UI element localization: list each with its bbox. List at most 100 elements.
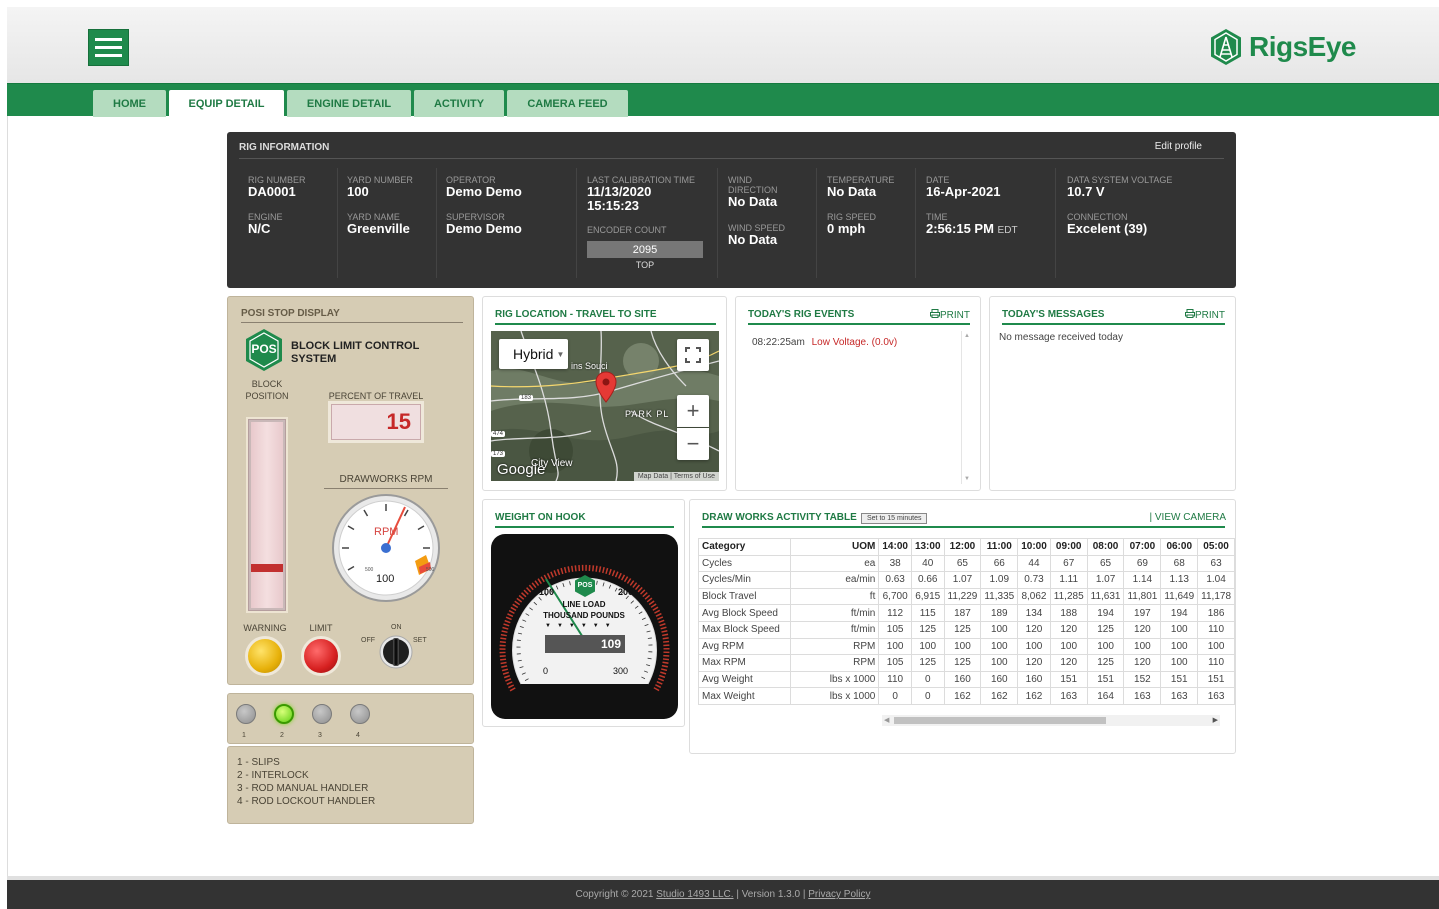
block-position-label: BLOCK POSITION — [238, 378, 296, 402]
column-header: 12:00 — [943, 538, 982, 556]
weight-value-display: 109 — [545, 635, 625, 653]
scroll-up-icon[interactable]: ▲ — [964, 333, 970, 339]
posi-legend: 1 - SLIPS 2 - INTERLOCK 3 - ROD MANUAL H… — [227, 746, 474, 824]
indicator-2-number: 2 — [280, 732, 284, 739]
value-cell: 186 — [1197, 604, 1235, 622]
wind-direction-value: No Data — [728, 194, 778, 209]
map-pin-icon[interactable] — [595, 371, 617, 403]
column-header: 05:00 — [1197, 538, 1235, 556]
print-events-button[interactable]: PRINT — [930, 309, 970, 321]
events-scrollbar[interactable]: ▲ ▼ — [961, 331, 972, 484]
tab-activity[interactable]: ACTIVITY — [414, 90, 504, 117]
weight-on-hook-panel: WEIGHT ON HOOK POS 100 200 0 300 LINE LO… — [482, 499, 685, 727]
scroll-left-icon[interactable]: ◀ — [884, 716, 889, 724]
value-cell: 125 — [1086, 620, 1125, 639]
fullscreen-icon — [685, 347, 701, 363]
posi-title: POSI STOP DISPLAY — [241, 308, 340, 319]
rig-location-title: RIG LOCATION - TRAVEL TO SITE — [495, 309, 657, 320]
chevron-down-icon: ▼ — [556, 349, 565, 359]
column-header: Category — [698, 538, 791, 556]
rigseye-logo[interactable]: RigsEye — [1207, 28, 1357, 66]
value-cell: 125 — [943, 620, 982, 639]
value-cell: 69 — [1123, 554, 1162, 573]
engine-field: ENGINE N/C — [248, 212, 283, 236]
view-camera-link[interactable]: | VIEW CAMERA — [1150, 512, 1227, 523]
print-messages-button[interactable]: PRINT — [1185, 309, 1225, 321]
warning-label: WARNING — [243, 623, 287, 633]
tab-camera-feed[interactable]: CAMERA FEED — [507, 90, 628, 117]
value-cell: 163 — [1123, 687, 1162, 705]
voltage-value: 10.7 V — [1067, 184, 1105, 199]
tab-label: ACTIVITY — [433, 97, 485, 110]
table-horizontal-scrollbar[interactable]: ◀ ▶ — [882, 715, 1220, 726]
time-field: TIME 2:56:15 PM EDT — [926, 212, 1018, 238]
value-cell: 162 — [980, 687, 1019, 705]
column-header: 08:00 — [1086, 538, 1125, 556]
date-value: 16-Apr-2021 — [926, 184, 1001, 199]
value-cell: 194 — [1160, 604, 1199, 622]
tab-label: HOME — [113, 97, 146, 110]
legend-item: 1 - SLIPS — [237, 757, 280, 768]
divider — [702, 526, 1225, 528]
value-cell: 1.04 — [1197, 571, 1235, 589]
wind-direction-label-1: WIND — [728, 175, 752, 185]
scroll-right-icon[interactable]: ▶ — [1213, 716, 1218, 724]
posi-logo-text: POS — [251, 342, 277, 356]
value-cell: 100 — [1160, 637, 1199, 656]
value-cell: 100 — [1197, 637, 1235, 656]
scrollbar-thumb[interactable] — [894, 717, 1106, 724]
gauge-scale-200: 200 — [618, 587, 634, 597]
value-cell: 0 — [910, 687, 945, 705]
uom-cell: ft — [789, 587, 880, 606]
map-data-link[interactable]: Map Data — [638, 473, 668, 480]
yard-name-field: YARD NAME Greenville — [347, 212, 410, 236]
event-item: 08:22:25am Low Voltage. (0.0v) — [752, 337, 897, 348]
value-cell: 125 — [943, 654, 982, 672]
messages-empty-text: No message received today — [999, 332, 1123, 343]
company-link[interactable]: Studio 1493 LLC. — [656, 889, 733, 900]
divider — [241, 322, 463, 323]
version-text: | Version 1.3.0 | — [736, 889, 806, 900]
rig-speed-field: RIG SPEED 0 mph — [827, 212, 876, 236]
scroll-down-icon[interactable]: ▼ — [964, 476, 970, 482]
indicator-3-led — [312, 704, 332, 724]
zoom-in-button[interactable]: + — [677, 395, 709, 427]
edit-profile-link[interactable]: Edit profile — [1155, 141, 1202, 152]
supervisor-field: SUPERVISOR Demo Demo — [446, 212, 522, 236]
value-cell: 120 — [1123, 654, 1162, 672]
value-cell: 163 — [1160, 687, 1199, 705]
event-message: Low Voltage. (0.0v) — [811, 337, 898, 348]
value-cell: 151 — [1160, 670, 1199, 689]
yard-number-value: 100 — [347, 184, 369, 199]
drawworks-panel: DRAW WORKS ACTIVITY TABLE Set to 15 minu… — [689, 499, 1236, 754]
value-cell: 100 — [1160, 620, 1199, 639]
hamburger-menu-button[interactable] — [88, 29, 129, 66]
printer-icon — [930, 309, 940, 318]
map-view[interactable]: Hybrid ▼ + − ins Souci PARK PL 183 474 1… — [491, 331, 719, 481]
tab-engine-detail[interactable]: ENGINE DETAIL — [287, 90, 411, 117]
fullscreen-button[interactable] — [677, 339, 709, 371]
uom-cell: ft/min — [789, 620, 880, 639]
supervisor-value: Demo Demo — [446, 221, 522, 236]
value-cell: 120 — [1017, 654, 1051, 672]
legend-item: 3 - ROD MANUAL HANDLER — [237, 783, 369, 794]
map-type-dropdown[interactable]: Hybrid ▼ — [499, 339, 568, 369]
limit-label: LIMIT — [309, 623, 333, 633]
zoom-out-button[interactable]: − — [677, 428, 709, 460]
value-cell: 112 — [878, 604, 912, 622]
terms-of-use-link[interactable]: Terms of Use — [674, 473, 715, 480]
set-interval-button[interactable]: Set to 15 minutes — [861, 513, 928, 524]
percent-travel-display: 15 — [328, 401, 424, 443]
tab-home[interactable]: HOME — [93, 90, 166, 117]
key-switch[interactable] — [379, 635, 413, 669]
privacy-policy-link[interactable]: Privacy Policy — [808, 889, 870, 900]
rig-events-title: TODAY'S RIG EVENTS — [748, 309, 855, 320]
table-row: Cycles ea 38 40 65 66 44 67 65 69 68 63 — [698, 554, 1235, 573]
divider — [1002, 323, 1225, 325]
tab-equip-detail[interactable]: EQUIP DETAIL — [169, 90, 284, 117]
legend-item: 2 - INTERLOCK — [237, 770, 309, 781]
indicator-1-led — [236, 704, 256, 724]
rpm-gauge-label: RPM — [374, 526, 399, 538]
tab-label: ENGINE DETAIL — [306, 97, 392, 110]
value-cell: 38 — [878, 554, 912, 573]
